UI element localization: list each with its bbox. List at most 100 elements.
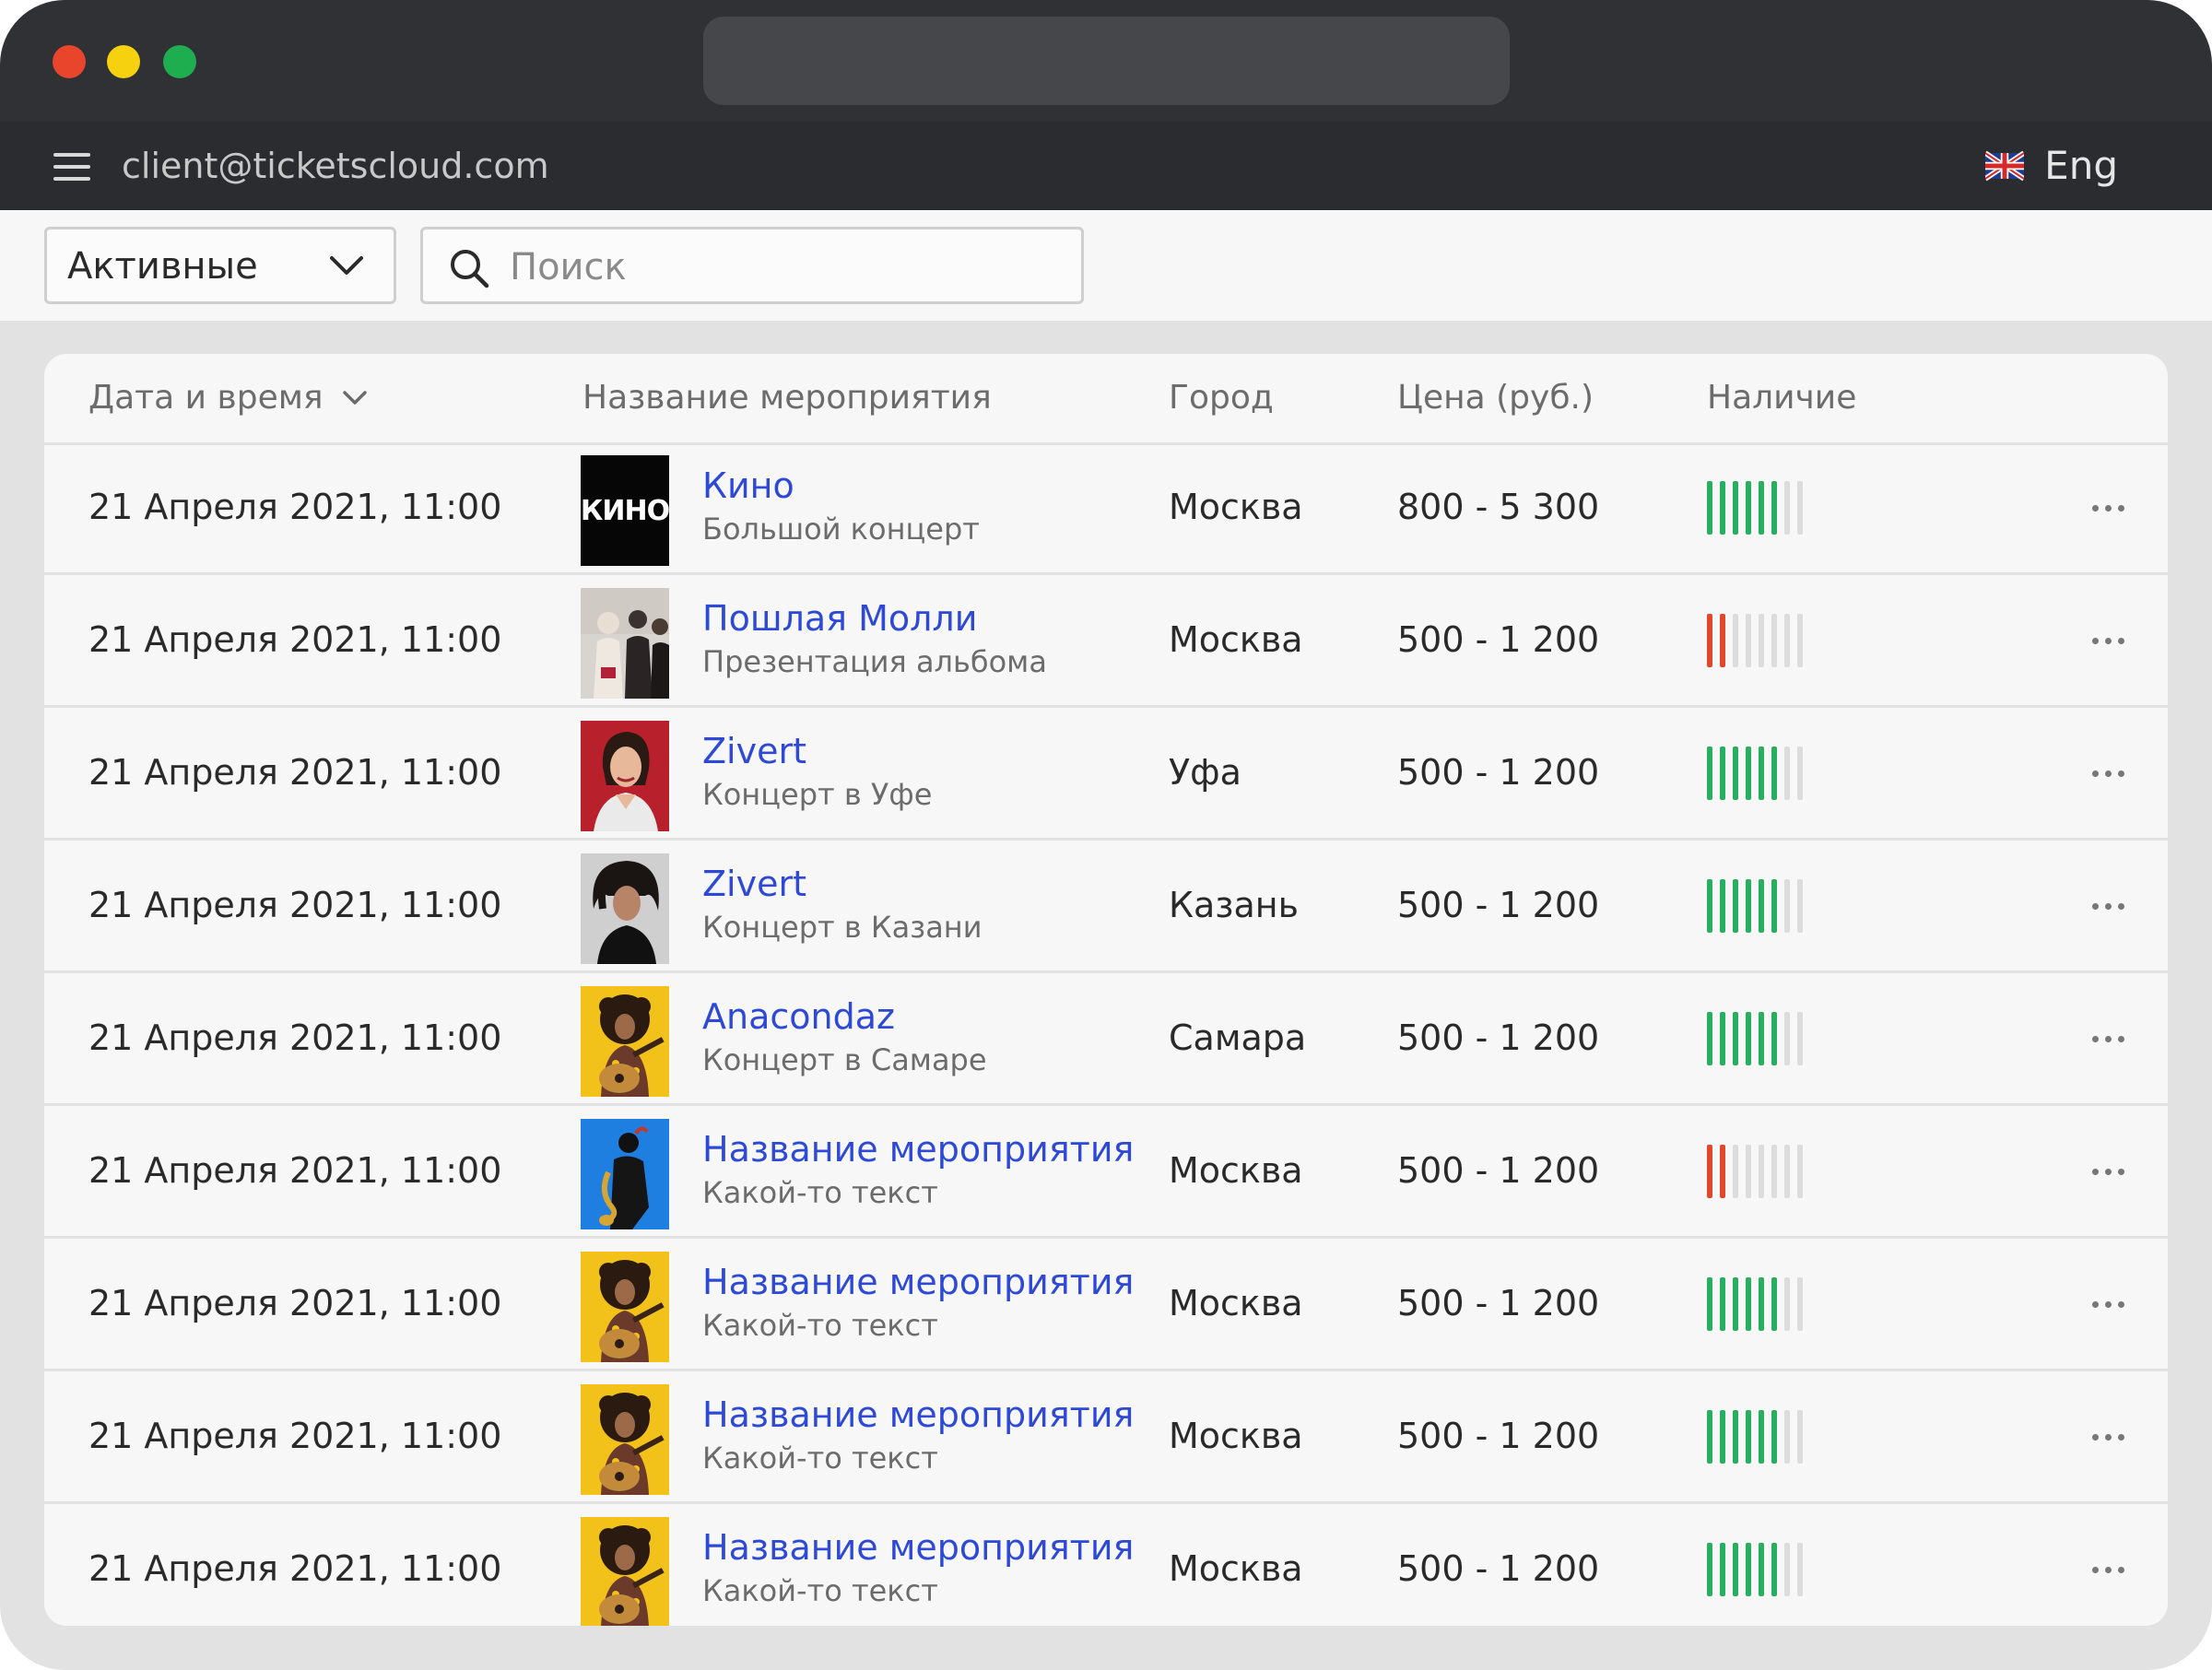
event-price: 500 - 1 200 bbox=[1397, 1017, 1600, 1058]
event-title-link[interactable]: Название мероприятия bbox=[702, 1259, 1134, 1305]
event-price: 500 - 1 200 bbox=[1397, 619, 1600, 660]
event-city: Уфа bbox=[1169, 752, 1241, 793]
more-options-icon[interactable] bbox=[2090, 1025, 2127, 1053]
status-filter-value: Активные bbox=[67, 245, 258, 288]
uk-flag-icon bbox=[1985, 151, 2025, 181]
event-title-link[interactable]: Название мероприятия bbox=[702, 1524, 1134, 1570]
table-row[interactable]: 21 Апреля 2021, 11:00 Название мероприят… bbox=[44, 1504, 2168, 1626]
event-date: 21 Апреля 2021, 11:00 bbox=[88, 1548, 502, 1589]
event-title-link[interactable]: Zivert bbox=[702, 861, 806, 907]
user-email: client@ticketscloud.com bbox=[122, 146, 549, 186]
chevron-down-icon bbox=[330, 256, 363, 275]
table-row[interactable]: 21 Апреля 2021, 11:00 Пошлая Молли Презе… bbox=[44, 575, 2168, 708]
event-city: Москва bbox=[1169, 487, 1303, 527]
event-date: 21 Апреля 2021, 11:00 bbox=[88, 487, 502, 527]
app-header: client@ticketscloud.com Eng bbox=[0, 122, 2212, 210]
column-header-name: Название мероприятия bbox=[582, 379, 992, 417]
availability-meter bbox=[1707, 879, 1836, 933]
event-subtitle: Презентация альбома bbox=[702, 644, 1047, 679]
availability-meter bbox=[1707, 1543, 1836, 1596]
table-row[interactable]: 21 Апреля 2021, 11:00 Anacondaz Концерт … bbox=[44, 973, 2168, 1106]
event-date: 21 Апреля 2021, 11:00 bbox=[88, 1017, 502, 1058]
table-header: Дата и время Название мероприятия Город … bbox=[44, 354, 2168, 445]
table-row[interactable]: 21 Апреля 2021, 11:00 Название мероприят… bbox=[44, 1239, 2168, 1371]
close-window-button[interactable] bbox=[53, 45, 86, 78]
sort-chevron-icon bbox=[342, 391, 367, 405]
more-options-icon[interactable] bbox=[2090, 1290, 2127, 1318]
event-date: 21 Апреля 2021, 11:00 bbox=[88, 885, 502, 925]
event-city: Москва bbox=[1169, 1283, 1303, 1323]
event-price: 500 - 1 200 bbox=[1397, 1150, 1600, 1191]
event-subtitle: Какой-то текст bbox=[702, 1573, 938, 1608]
event-date: 21 Апреля 2021, 11:00 bbox=[88, 1283, 502, 1323]
table-row[interactable]: 21 Апреля 2021, 11:00 Название мероприят… bbox=[44, 1106, 2168, 1239]
event-thumbnail bbox=[581, 1252, 669, 1362]
table-row[interactable]: 21 Апреля 2021, 11:00 КИНО Кино Большой … bbox=[44, 442, 2168, 575]
event-title-link[interactable]: Кино bbox=[702, 463, 794, 509]
more-options-icon[interactable] bbox=[2090, 494, 2127, 522]
search-input[interactable] bbox=[508, 239, 1065, 296]
event-subtitle: Концерт в Уфе bbox=[702, 777, 933, 812]
column-header-date[interactable]: Дата и время bbox=[88, 374, 368, 422]
event-subtitle: Концерт в Самаре bbox=[702, 1042, 987, 1077]
event-title-link[interactable]: Zivert bbox=[702, 728, 806, 774]
event-thumbnail bbox=[581, 588, 669, 699]
event-date: 21 Апреля 2021, 11:00 bbox=[88, 619, 502, 660]
search-box bbox=[420, 227, 1084, 304]
event-thumbnail bbox=[581, 1384, 669, 1495]
column-header-price: Цена (руб.) bbox=[1397, 379, 1594, 417]
event-title-link[interactable]: Пошлая Молли bbox=[702, 595, 977, 641]
event-date: 21 Апреля 2021, 11:00 bbox=[88, 1416, 502, 1456]
more-options-icon[interactable] bbox=[2090, 1556, 2127, 1583]
availability-meter bbox=[1707, 1145, 1836, 1198]
event-price: 500 - 1 200 bbox=[1397, 1283, 1600, 1323]
event-thumbnail bbox=[581, 986, 669, 1097]
language-label: Eng bbox=[2044, 143, 2118, 188]
event-city: Москва bbox=[1169, 619, 1303, 660]
hamburger-menu-icon[interactable] bbox=[53, 153, 90, 181]
availability-meter bbox=[1707, 1410, 1836, 1464]
more-options-icon[interactable] bbox=[2090, 1158, 2127, 1185]
more-options-icon[interactable] bbox=[2090, 759, 2127, 787]
more-options-icon[interactable] bbox=[2090, 627, 2127, 654]
more-options-icon[interactable] bbox=[2090, 892, 2127, 920]
event-title-link[interactable]: Название мероприятия bbox=[702, 1126, 1134, 1172]
availability-meter bbox=[1707, 1277, 1836, 1331]
event-title-link[interactable]: Anacondaz bbox=[702, 994, 895, 1040]
table-row[interactable]: 21 Апреля 2021, 11:00 Zivert Концерт в К… bbox=[44, 841, 2168, 973]
event-price: 500 - 1 200 bbox=[1397, 885, 1600, 925]
search-icon bbox=[451, 250, 489, 288]
table-row[interactable]: 21 Апреля 2021, 11:00 Zivert Концерт в У… bbox=[44, 708, 2168, 841]
filter-toolbar: Активные bbox=[0, 210, 2212, 321]
event-subtitle: Какой-то текст bbox=[702, 1308, 938, 1343]
minimize-window-button[interactable] bbox=[107, 45, 140, 78]
event-subtitle: Большой концерт bbox=[702, 512, 980, 547]
svg-text:КИНО: КИНО bbox=[581, 495, 669, 527]
table-row[interactable]: 21 Апреля 2021, 11:00 Название мероприят… bbox=[44, 1371, 2168, 1504]
event-city: Москва bbox=[1169, 1548, 1303, 1589]
availability-meter bbox=[1707, 614, 1836, 667]
events-table: Дата и время Название мероприятия Город … bbox=[44, 354, 2168, 1626]
event-thumbnail bbox=[581, 853, 669, 964]
event-title-link[interactable]: Название мероприятия bbox=[702, 1392, 1134, 1438]
address-bar[interactable] bbox=[703, 17, 1510, 105]
event-city: Москва bbox=[1169, 1150, 1303, 1191]
event-price: 500 - 1 200 bbox=[1397, 752, 1600, 793]
event-city: Москва bbox=[1169, 1416, 1303, 1456]
event-price: 800 - 5 300 bbox=[1397, 487, 1600, 527]
column-header-date-label: Дата и время bbox=[88, 379, 324, 417]
event-date: 21 Апреля 2021, 11:00 bbox=[88, 752, 502, 793]
language-switcher[interactable]: Eng bbox=[1985, 142, 2118, 190]
event-subtitle: Концерт в Казани bbox=[702, 910, 982, 945]
event-city: Самара bbox=[1169, 1017, 1307, 1058]
browser-window: client@ticketscloud.com Eng Активные Пои… bbox=[0, 0, 2212, 1670]
maximize-window-button[interactable] bbox=[163, 45, 196, 78]
availability-meter bbox=[1707, 747, 1836, 800]
status-filter-select[interactable]: Активные bbox=[44, 227, 396, 304]
event-price: 500 - 1 200 bbox=[1397, 1416, 1600, 1456]
event-date: 21 Апреля 2021, 11:00 bbox=[88, 1150, 502, 1191]
event-thumbnail: КИНО bbox=[581, 455, 669, 566]
event-city: Казань bbox=[1169, 885, 1299, 925]
more-options-icon[interactable] bbox=[2090, 1423, 2127, 1451]
availability-meter bbox=[1707, 1012, 1836, 1065]
